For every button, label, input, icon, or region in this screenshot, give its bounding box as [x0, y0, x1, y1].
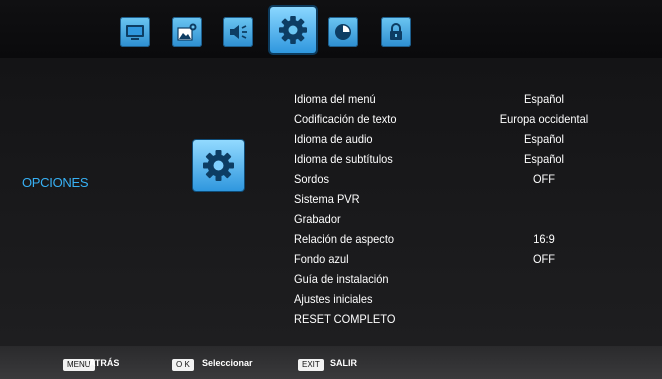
menu-item-blue-background[interactable]: Fondo azul OFF	[294, 252, 634, 272]
tab-picture[interactable]	[120, 17, 150, 47]
menu-item-aspect-ratio[interactable]: Relación de aspecto 16:9	[294, 232, 634, 252]
tab-lock[interactable]	[381, 17, 411, 47]
menu-item-subtitle-language[interactable]: Idioma de subtítulos Español	[294, 152, 634, 172]
menu-item-label: Idioma de subtítulos	[294, 152, 393, 166]
menu-item-installation-guide[interactable]: Guía de instalación	[294, 272, 634, 292]
tv-settings-screen: OPCIONES Idioma del menú Español Codific…	[0, 0, 662, 379]
menu-item-value: 16:9	[533, 232, 555, 246]
section-icon-tile	[193, 140, 244, 191]
menu-item-label: RESET COMPLETO	[294, 312, 396, 326]
menu-item-value: Español	[524, 152, 564, 166]
menu-item-audio-language[interactable]: Idioma de audio Español	[294, 132, 634, 152]
exit-hint: SALIR	[330, 358, 357, 368]
key-hint-bar: MENU ATRÁS O K Seleccionar EXIT SALIR	[0, 346, 662, 379]
menu-item-value: Europa occidental	[499, 112, 589, 126]
tab-options[interactable]	[270, 7, 316, 53]
tab-sound[interactable]	[223, 17, 253, 47]
select-hint: Seleccionar	[202, 358, 253, 368]
menu-item-menu-language[interactable]: Idioma del menú Español	[294, 92, 634, 112]
menu-item-text-encoding[interactable]: Codificación de texto Europa occidental	[294, 112, 634, 132]
ok-key-badge: O K	[172, 359, 194, 371]
menu-item-label: Idioma del menú	[294, 92, 376, 106]
menu-item-label: Guía de instalación	[294, 272, 389, 286]
menu-item-full-reset[interactable]: RESET COMPLETO	[294, 312, 634, 332]
menu-item-label: Sistema PVR	[294, 192, 360, 206]
menu-item-label: Relación de aspecto	[294, 232, 395, 246]
menu-item-label: Ajustes iniciales	[294, 292, 373, 306]
menu-item-label: Idioma de audio	[294, 132, 373, 146]
menu-item-label: Sordos	[294, 172, 329, 186]
tab-image-settings[interactable]	[172, 17, 202, 47]
exit-key-badge: EXIT	[298, 359, 324, 371]
category-tab-bar	[0, 0, 662, 58]
menu-item-label: Fondo azul	[294, 252, 349, 266]
menu-item-initial-settings[interactable]: Ajustes iniciales	[294, 292, 634, 312]
section-title: OPCIONES	[22, 175, 89, 190]
menu-item-value: OFF	[532, 172, 556, 186]
tab-timer[interactable]	[328, 17, 358, 47]
menu-item-label: Grabador	[294, 212, 341, 226]
menu-item-hearing-impaired[interactable]: Sordos OFF	[294, 172, 634, 192]
menu-item-recorder[interactable]: Grabador	[294, 212, 634, 232]
menu-item-value: Español	[524, 92, 564, 106]
menu-item-value: Español	[524, 132, 564, 146]
menu-item-value: OFF	[532, 252, 556, 266]
options-menu: Idioma del menú Español Codificación de …	[294, 92, 634, 332]
back-hint: ATRÁS	[89, 358, 120, 368]
menu-item-label: Codificación de texto	[294, 112, 397, 126]
menu-item-pvr-system[interactable]: Sistema PVR	[294, 192, 634, 212]
